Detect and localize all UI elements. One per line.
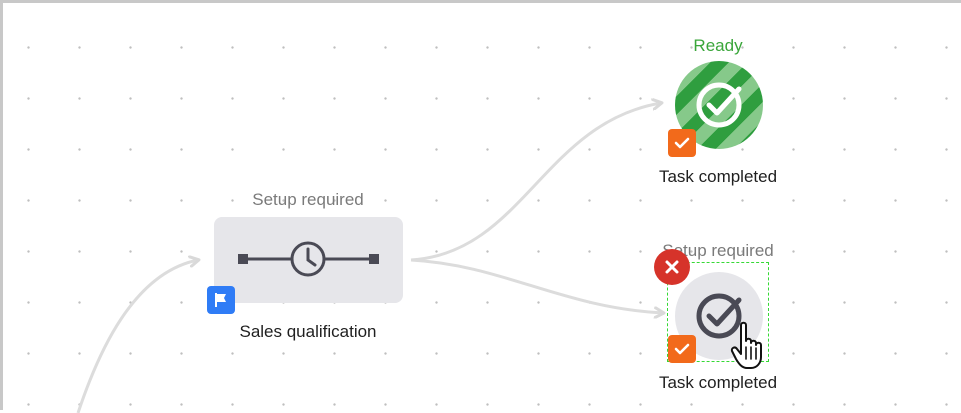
delete-node-button[interactable] [654, 249, 690, 285]
timer-flag-badge [207, 286, 235, 314]
hand-pointer-icon [730, 321, 770, 371]
ready-task-status: Ready [693, 36, 743, 55]
close-icon [665, 260, 679, 274]
checkbox-icon [674, 343, 690, 355]
timer-label: Sales qualification [239, 322, 377, 341]
flag-icon [215, 293, 226, 307]
connector-to-ready-task[interactable] [410, 103, 661, 262]
connectors-layer [76, 3, 961, 413]
ready-task-label: Task completed [658, 167, 778, 186]
connector-to-pending-task[interactable] [410, 258, 663, 313]
connector-incoming[interactable] [76, 260, 198, 413]
ready-task-checkbox-badge [668, 129, 696, 157]
pending-task-label: Task completed [658, 373, 778, 392]
checkbox-icon [674, 137, 690, 149]
timer-clock-icon [238, 241, 379, 277]
workflow-canvas[interactable]: Ready Task completed Setup required Sale… [0, 0, 961, 413]
timer-node[interactable] [214, 217, 403, 303]
timer-status: Setup required [252, 190, 364, 209]
pending-task-checkbox-badge [668, 335, 696, 363]
